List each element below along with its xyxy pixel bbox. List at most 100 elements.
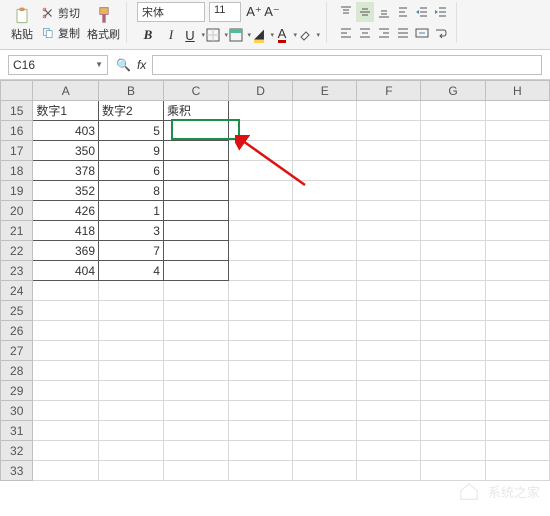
cell-D26[interactable]	[228, 321, 292, 341]
cell-H32[interactable]	[485, 441, 549, 461]
cell-A30[interactable]	[33, 401, 99, 421]
wrap-button[interactable]	[432, 23, 450, 43]
cell-C32[interactable]	[163, 441, 228, 461]
cell-B25[interactable]	[99, 301, 164, 321]
cell-F19[interactable]	[357, 181, 421, 201]
cell-F17[interactable]	[357, 141, 421, 161]
cell-B17[interactable]: 9	[99, 141, 164, 161]
col-header-H[interactable]: H	[485, 81, 549, 101]
cell-F30[interactable]	[357, 401, 421, 421]
cell-F31[interactable]	[357, 421, 421, 441]
indent-dec-button[interactable]	[413, 2, 431, 22]
cell-H18[interactable]	[485, 161, 549, 181]
cell-A26[interactable]	[33, 321, 99, 341]
row-header-22[interactable]: 22	[1, 241, 33, 261]
cell-G17[interactable]	[421, 141, 485, 161]
cell-D16[interactable]	[228, 121, 292, 141]
cell-H17[interactable]	[485, 141, 549, 161]
align-left-button[interactable]	[337, 23, 355, 43]
select-all-corner[interactable]	[1, 81, 33, 101]
cell-H26[interactable]	[485, 321, 549, 341]
spreadsheet-grid[interactable]: ABCDEFGH15数字1数字2乘积1640351735091837861935…	[0, 80, 550, 481]
cell-C31[interactable]	[163, 421, 228, 441]
row-header-23[interactable]: 23	[1, 261, 33, 281]
col-header-A[interactable]: A	[33, 81, 99, 101]
merge-button[interactable]	[413, 23, 431, 43]
align-top-button[interactable]	[337, 2, 355, 22]
cell-G25[interactable]	[421, 301, 485, 321]
row-header-28[interactable]: 28	[1, 361, 33, 381]
cell-D32[interactable]	[228, 441, 292, 461]
cell-G31[interactable]	[421, 421, 485, 441]
cell-H19[interactable]	[485, 181, 549, 201]
cell-A21[interactable]: 418	[33, 221, 99, 241]
cell-B16[interactable]: 5	[99, 121, 164, 141]
cell-H31[interactable]	[485, 421, 549, 441]
row-header-30[interactable]: 30	[1, 401, 33, 421]
cell-D22[interactable]	[228, 241, 292, 261]
cell-A15[interactable]: 数字1	[33, 101, 99, 121]
cell-H23[interactable]	[485, 261, 549, 281]
cell-D33[interactable]	[228, 461, 292, 481]
cell-C24[interactable]	[163, 281, 228, 301]
row-header-20[interactable]: 20	[1, 201, 33, 221]
cell-H20[interactable]	[485, 201, 549, 221]
row-header-24[interactable]: 24	[1, 281, 33, 301]
cell-E29[interactable]	[293, 381, 357, 401]
cell-H29[interactable]	[485, 381, 549, 401]
underline-button[interactable]: U	[183, 24, 205, 46]
cell-D19[interactable]	[228, 181, 292, 201]
format-painter-button[interactable]: 格式刷	[87, 6, 120, 42]
col-header-E[interactable]: E	[293, 81, 357, 101]
cell-G28[interactable]	[421, 361, 485, 381]
cell-E19[interactable]	[293, 181, 357, 201]
align-center-button[interactable]	[356, 23, 374, 43]
cell-C18[interactable]	[163, 161, 228, 181]
italic-button[interactable]: I	[160, 24, 182, 46]
cell-B18[interactable]: 6	[99, 161, 164, 181]
cell-F33[interactable]	[357, 461, 421, 481]
col-header-D[interactable]: D	[228, 81, 292, 101]
row-header-19[interactable]: 19	[1, 181, 33, 201]
cell-C26[interactable]	[163, 321, 228, 341]
cell-E25[interactable]	[293, 301, 357, 321]
cell-E17[interactable]	[293, 141, 357, 161]
cell-E15[interactable]	[293, 101, 357, 121]
cell-A19[interactable]: 352	[33, 181, 99, 201]
cell-C19[interactable]	[163, 181, 228, 201]
cell-D17[interactable]	[228, 141, 292, 161]
cell-style-button[interactable]	[229, 24, 251, 46]
cell-B15[interactable]: 数字2	[99, 101, 164, 121]
cell-F27[interactable]	[357, 341, 421, 361]
cell-F23[interactable]	[357, 261, 421, 281]
cell-D24[interactable]	[228, 281, 292, 301]
cell-H27[interactable]	[485, 341, 549, 361]
cell-H33[interactable]	[485, 461, 549, 481]
row-header-26[interactable]: 26	[1, 321, 33, 341]
cell-G19[interactable]	[421, 181, 485, 201]
cell-A33[interactable]	[33, 461, 99, 481]
cell-B24[interactable]	[99, 281, 164, 301]
cell-D31[interactable]	[228, 421, 292, 441]
cell-B26[interactable]	[99, 321, 164, 341]
cell-B21[interactable]: 3	[99, 221, 164, 241]
cell-F22[interactable]	[357, 241, 421, 261]
cell-G32[interactable]	[421, 441, 485, 461]
cell-C28[interactable]	[163, 361, 228, 381]
cell-A22[interactable]: 369	[33, 241, 99, 261]
lens-icon[interactable]: 🔍	[116, 58, 131, 72]
align-bottom-button[interactable]	[375, 2, 393, 22]
decrease-font-button[interactable]: A⁻	[263, 2, 281, 22]
cell-C22[interactable]	[163, 241, 228, 261]
cell-G23[interactable]	[421, 261, 485, 281]
border-button[interactable]	[206, 24, 228, 46]
cell-F21[interactable]	[357, 221, 421, 241]
cell-C27[interactable]	[163, 341, 228, 361]
row-header-17[interactable]: 17	[1, 141, 33, 161]
cell-A20[interactable]: 426	[33, 201, 99, 221]
cell-F25[interactable]	[357, 301, 421, 321]
cell-B31[interactable]	[99, 421, 164, 441]
cell-B29[interactable]	[99, 381, 164, 401]
cell-E33[interactable]	[293, 461, 357, 481]
row-header-25[interactable]: 25	[1, 301, 33, 321]
